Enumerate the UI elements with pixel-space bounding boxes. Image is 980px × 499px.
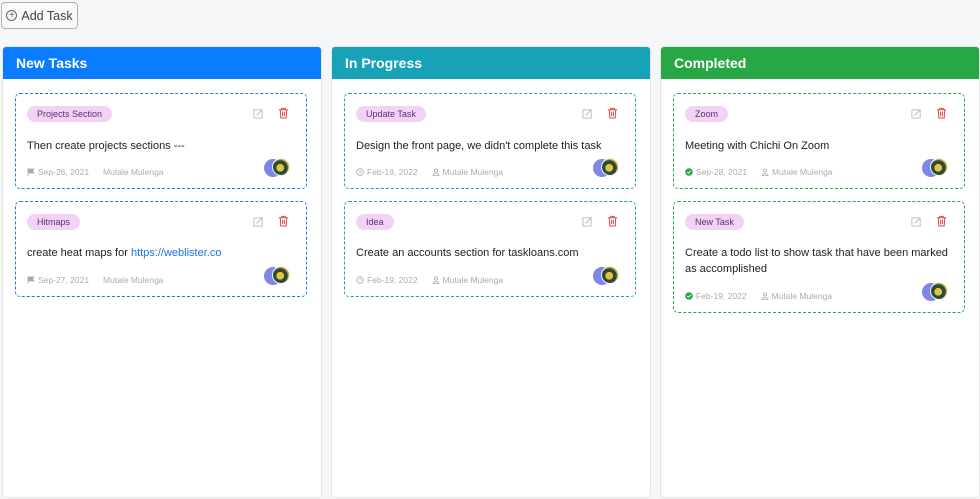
task-date: Feb-19, 2022 — [696, 291, 747, 301]
column-header-completed: Completed — [661, 47, 979, 79]
task-card[interactable]: Projects Section Then create projects se… — [15, 93, 307, 189]
column-header-in-progress: In Progress — [332, 47, 650, 79]
task-title: Then create projects sections --- — [27, 140, 185, 152]
task-card[interactable]: New Task Create a todo list to show task… — [673, 201, 965, 313]
avatar-front — [272, 266, 290, 284]
check-circle-icon — [685, 292, 693, 300]
task-date: Sep-28, 2021 — [696, 167, 748, 177]
avatar[interactable] — [593, 158, 621, 178]
task-assignee-name: Mutale Mulenga — [442, 167, 504, 177]
task-title-text: create heat maps for — [27, 247, 131, 259]
delete-icon[interactable] — [607, 107, 618, 119]
task-title: create heat maps for https://weblister.c… — [27, 245, 299, 261]
user-icon — [432, 276, 440, 284]
edit-icon[interactable] — [582, 216, 593, 227]
avatar[interactable] — [264, 158, 292, 178]
avatar[interactable] — [593, 266, 621, 286]
task-tag[interactable]: New Task — [685, 214, 744, 230]
column-title: In Progress — [345, 55, 423, 71]
task-date: Sep-26, 2021 — [38, 167, 90, 177]
flag-icon — [27, 168, 35, 176]
delete-icon[interactable] — [936, 215, 947, 227]
task-meta: Feb-19, 2022 Mutale Mulenga — [685, 291, 832, 301]
task-assignee-name: Mutale Mulenga — [772, 167, 833, 177]
task-assignee: Mutale Mulenga — [432, 275, 503, 285]
column-header-new-tasks: New Tasks — [3, 47, 321, 79]
delete-icon[interactable] — [278, 107, 289, 119]
edit-icon[interactable] — [253, 216, 264, 227]
task-assignee: Mutale Mulenga — [761, 291, 832, 301]
column-new-tasks: New Tasks Projects Section Then create p… — [2, 46, 322, 498]
task-link[interactable]: https://weblister.co — [131, 247, 222, 259]
task-card[interactable]: Hitmaps create heat maps for https://web… — [15, 201, 307, 297]
edit-icon[interactable] — [911, 216, 922, 227]
flag-icon — [27, 276, 35, 284]
clock-icon — [356, 168, 364, 176]
task-assignee-name: Mutale Mulenga — [771, 291, 833, 301]
task-title: Create an accounts section for taskloans… — [356, 247, 579, 259]
task-meta: Feb-19, 2022 Mutale Mulenga — [356, 275, 503, 285]
task-assignee: Mutale Mulenga — [103, 275, 164, 285]
avatar[interactable] — [922, 282, 950, 302]
edit-icon[interactable] — [582, 108, 593, 119]
column-in-progress: In Progress Update Task Design the front… — [331, 46, 651, 498]
task-card[interactable]: Idea Create an accounts section for task… — [344, 201, 636, 297]
edit-icon[interactable] — [911, 108, 922, 119]
task-date: Feb-19, 2022 — [367, 275, 418, 285]
user-icon — [761, 292, 769, 300]
avatar-front — [930, 282, 948, 300]
task-assignee: Mutale Mulenga — [761, 167, 833, 177]
avatar-front — [601, 158, 619, 176]
task-title: Meeting with Chichi On Zoom — [685, 140, 830, 152]
task-tag[interactable]: Update Task — [356, 106, 426, 122]
task-meta: Sep-28, 2021 Mutale Mulenga — [685, 167, 833, 177]
task-meta: Sep-26, 2021 Mutale Mulenga — [27, 167, 164, 177]
task-assignee: Mutale Mulenga — [432, 167, 503, 177]
add-task-button[interactable]: + Add Task — [1, 2, 78, 29]
user-icon — [761, 168, 769, 176]
delete-icon[interactable] — [607, 215, 618, 227]
delete-icon[interactable] — [278, 215, 289, 227]
task-meta: Sep-27, 2021 Mutale Mulenga — [27, 275, 164, 285]
column-title: Completed — [674, 55, 747, 71]
task-assignee-name: Mutale Mulenga — [442, 275, 504, 285]
column-title: New Tasks — [16, 55, 88, 71]
avatar[interactable] — [264, 266, 292, 286]
avatar-front — [930, 158, 948, 176]
task-tag[interactable]: Idea — [356, 214, 394, 230]
task-title: Design the front page, we didn't complet… — [356, 140, 602, 152]
task-title: Create a todo list to show task that hav… — [685, 247, 948, 275]
task-card[interactable]: Update Task Design the front page, we di… — [344, 93, 636, 189]
task-date: Feb-19, 2022 — [367, 167, 418, 177]
task-card[interactable]: Zoom Meeting with Chichi On Zoom Sep-28,… — [673, 93, 965, 189]
column-completed: Completed Zoom Meeting with Chichi On Zo… — [660, 46, 980, 498]
avatar-front — [272, 158, 290, 176]
task-assignee: Mutale Mulenga — [103, 167, 164, 177]
task-tag[interactable]: Zoom — [685, 106, 729, 122]
add-task-label: Add Task — [21, 8, 73, 23]
avatar-front — [601, 266, 619, 284]
delete-icon[interactable] — [936, 107, 947, 119]
task-tag[interactable]: Projects Section — [27, 106, 113, 122]
task-tag[interactable]: Hitmaps — [27, 214, 81, 230]
edit-icon[interactable] — [253, 108, 264, 119]
clock-icon — [356, 276, 364, 284]
task-meta: Feb-19, 2022 Mutale Mulenga — [356, 167, 503, 177]
add-circle-icon: + — [6, 10, 18, 21]
task-date: Sep-27, 2021 — [38, 275, 90, 285]
check-circle-icon — [685, 168, 693, 176]
user-icon — [432, 168, 440, 176]
avatar[interactable] — [922, 158, 950, 178]
